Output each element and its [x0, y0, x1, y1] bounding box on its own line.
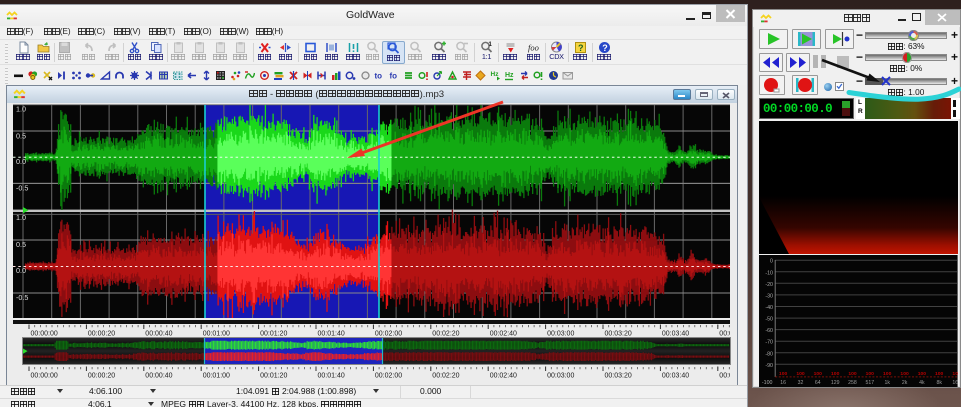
svg-text:-0.5: -0.5	[16, 292, 28, 301]
svg-text:100: 100	[779, 371, 788, 377]
svg-text:100: 100	[918, 371, 927, 377]
svg-text:00:00:20: 00:00:20	[88, 330, 115, 337]
svg-text:1k: 1k	[884, 380, 890, 386]
svg-text:1.0: 1.0	[16, 213, 26, 222]
svg-text:00:04:0: 00:04:0	[719, 330, 730, 337]
svg-text:-90: -90	[765, 363, 773, 369]
svg-text:00:02:40: 00:02:40	[490, 330, 517, 337]
svg-text:00:02:00: 00:02:00	[375, 330, 402, 337]
svg-text:4k: 4k	[919, 380, 925, 386]
svg-text:64: 64	[815, 380, 821, 386]
svg-text:-60: -60	[765, 328, 773, 334]
svg-text:00:02:40: 00:02:40	[490, 372, 517, 379]
svg-text:-40: -40	[765, 305, 773, 311]
svg-text:00:01:20: 00:01:20	[260, 330, 287, 337]
svg-text:00:04:0: 00:04:0	[719, 372, 730, 379]
svg-text:16: 16	[780, 380, 786, 386]
svg-text:-0.5: -0.5	[16, 183, 28, 192]
svg-text:00:03:00: 00:03:00	[547, 372, 574, 379]
svg-text:00:03:40: 00:03:40	[662, 372, 689, 379]
svg-text:100: 100	[831, 371, 840, 377]
svg-text:100: 100	[796, 371, 805, 377]
svg-text:-100: -100	[762, 380, 773, 386]
svg-text:-70: -70	[765, 340, 773, 346]
svg-text:0.0: 0.0	[16, 265, 26, 274]
svg-text:32: 32	[798, 380, 804, 386]
svg-text:00:00:40: 00:00:40	[145, 330, 172, 337]
svg-text:00:02:00: 00:02:00	[375, 372, 402, 379]
svg-text:129: 129	[831, 380, 840, 386]
svg-text:100: 100	[952, 371, 957, 377]
svg-text:00:01:00: 00:01:00	[203, 330, 230, 337]
svg-text:1: 1	[489, 42, 493, 48]
svg-text:00:03:40: 00:03:40	[662, 330, 689, 337]
svg-text:to: to	[375, 72, 383, 81]
svg-text:258: 258	[848, 380, 857, 386]
svg-text:fo: fo	[389, 72, 397, 81]
svg-text:100: 100	[814, 371, 823, 377]
svg-text:-30: -30	[765, 293, 773, 299]
svg-text:100: 100	[900, 371, 909, 377]
svg-text:8k: 8k	[936, 380, 942, 386]
svg-text:-20: -20	[765, 282, 773, 288]
svg-text:-10: -10	[765, 270, 773, 276]
svg-text:517: 517	[865, 380, 874, 386]
svg-text:0.0: 0.0	[16, 157, 26, 166]
svg-text:Hz: Hz	[490, 71, 499, 78]
svg-text:00:03:20: 00:03:20	[605, 330, 632, 337]
svg-text:00:01:00: 00:01:00	[203, 372, 230, 379]
svg-text:foo: foo	[528, 43, 539, 53]
svg-text:2k: 2k	[902, 380, 908, 386]
svg-text:Hz: Hz	[505, 72, 514, 79]
svg-text:00:01:40: 00:01:40	[318, 372, 345, 379]
svg-text:-80: -80	[765, 351, 773, 357]
svg-text:100: 100	[866, 371, 875, 377]
svg-text:00:00:40: 00:00:40	[145, 372, 172, 379]
svg-text:00:03:20: 00:03:20	[605, 372, 632, 379]
svg-text:16k: 16k	[952, 380, 957, 386]
svg-text:00:00:00: 00:00:00	[31, 330, 58, 337]
svg-text:0: 0	[770, 259, 773, 265]
svg-text:00:00:00: 00:00:00	[31, 372, 58, 379]
svg-text:00:01:40: 00:01:40	[318, 330, 345, 337]
svg-text:100: 100	[935, 371, 944, 377]
svg-text:100: 100	[848, 371, 857, 377]
svg-text:00:02:20: 00:02:20	[432, 372, 459, 379]
svg-text:0.5: 0.5	[16, 131, 26, 140]
svg-text:-50: -50	[765, 317, 773, 323]
svg-text:100: 100	[883, 371, 892, 377]
svg-text:0.5: 0.5	[16, 239, 26, 248]
svg-text:00:00:20: 00:00:20	[88, 372, 115, 379]
svg-text:00:02:20: 00:02:20	[432, 330, 459, 337]
svg-text:1.0: 1.0	[16, 104, 26, 113]
svg-text:00:03:00: 00:03:00	[547, 330, 574, 337]
svg-text:00:01:20: 00:01:20	[260, 372, 287, 379]
